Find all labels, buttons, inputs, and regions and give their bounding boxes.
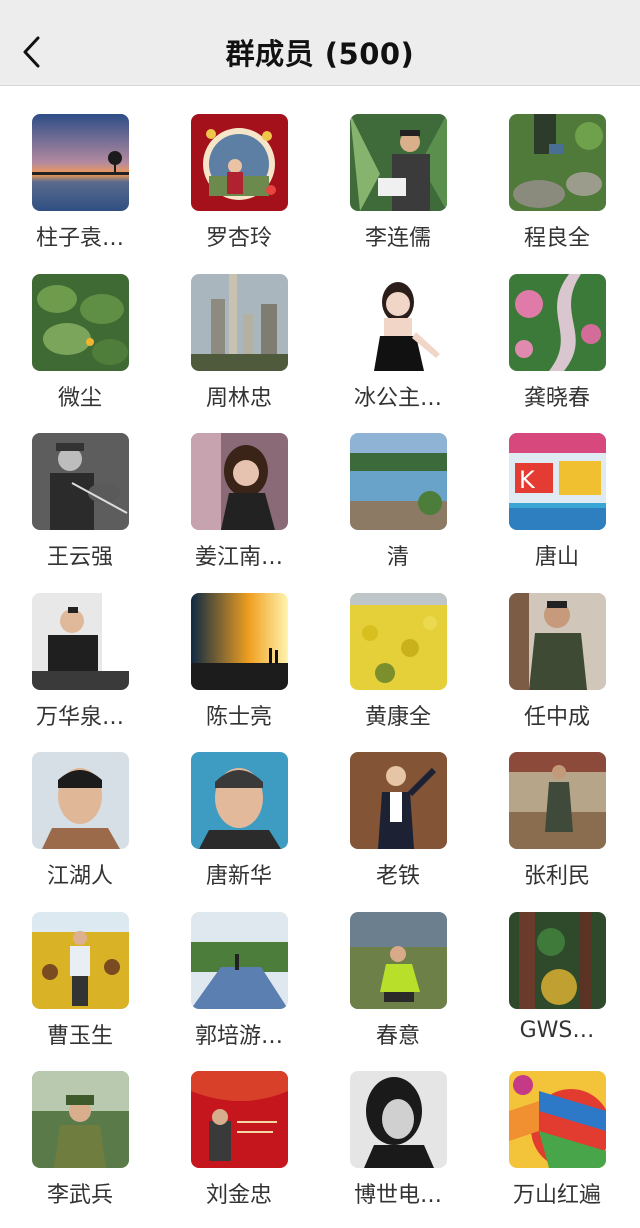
member-avatar[interactable] xyxy=(509,114,606,211)
member-name: 博世电… xyxy=(353,1183,442,1208)
member-item[interactable]: 王云强 xyxy=(10,405,150,570)
member-avatar[interactable] xyxy=(350,752,447,849)
member-item[interactable]: 柱子袁… xyxy=(10,86,150,251)
member-item[interactable]: 罗杏玲 xyxy=(169,86,309,251)
member-avatar[interactable] xyxy=(32,1071,129,1168)
member-item[interactable]: 程良全 xyxy=(487,86,627,251)
member-avatar[interactable] xyxy=(191,1071,288,1168)
member-avatar[interactable] xyxy=(509,273,606,371)
member-avatar[interactable] xyxy=(350,114,447,211)
member-item[interactable]: 冰公主… xyxy=(328,246,468,411)
member-avatar[interactable] xyxy=(509,1071,606,1168)
member-avatar[interactable] xyxy=(350,592,447,690)
member-avatar[interactable]: K xyxy=(509,433,606,530)
svg-text:K: K xyxy=(519,466,536,494)
member-item[interactable]: 陈士亮 xyxy=(169,565,309,730)
member-avatar[interactable] xyxy=(191,592,288,690)
member-item[interactable]: 张利民 xyxy=(487,724,627,889)
member-item[interactable]: 春意 xyxy=(328,884,468,1049)
page-title: 群成员 (500) xyxy=(225,37,415,71)
member-avatar[interactable] xyxy=(350,911,447,1009)
member-avatar[interactable] xyxy=(509,752,606,849)
nav-bar: 群成员 (500) xyxy=(0,0,640,86)
member-item[interactable]: 周林忠 xyxy=(169,246,309,411)
member-item[interactable]: 刘金忠 xyxy=(169,1043,309,1208)
member-avatar[interactable] xyxy=(32,911,129,1009)
member-grid: 柱子袁… 罗杏玲 李连儒 程良全微尘 周林忠 冰公主… 龚晓春王云强 姜江南… 清 K 唐山万华泉…… xyxy=(0,86,640,1228)
member-avatar[interactable] xyxy=(191,433,288,530)
member-avatar[interactable] xyxy=(191,114,288,211)
member-avatar[interactable] xyxy=(509,911,606,1009)
member-item[interactable]: 李武兵 xyxy=(10,1043,150,1208)
member-item[interactable]: 任中成 xyxy=(487,565,627,730)
member-avatar[interactable] xyxy=(32,592,129,690)
member-item[interactable]: 万华泉… xyxy=(10,565,150,730)
member-avatar[interactable] xyxy=(191,273,288,371)
member-avatar[interactable] xyxy=(509,592,606,690)
member-item[interactable]: 唐新华 xyxy=(169,724,309,889)
member-item[interactable]: 博世电… xyxy=(328,1043,468,1208)
member-item[interactable]: 黄康全 xyxy=(328,565,468,730)
member-item[interactable]: 曹玉生 xyxy=(10,884,150,1049)
member-avatar[interactable] xyxy=(191,752,288,849)
member-name: 李武兵 xyxy=(46,1183,113,1208)
member-item[interactable]: 姜江南… xyxy=(169,405,309,570)
member-avatar[interactable] xyxy=(32,273,129,371)
member-item[interactable]: 郭培游… xyxy=(169,884,309,1049)
member-name: 万山红遍 xyxy=(512,1183,601,1208)
member-item[interactable]: 龚晓春 xyxy=(487,246,627,411)
member-item[interactable]: 清 xyxy=(328,405,468,570)
member-name: GWS… xyxy=(519,1017,595,1043)
member-item[interactable]: 老铁 xyxy=(328,724,468,889)
member-item[interactable]: 万山红遍 xyxy=(487,1043,627,1208)
member-avatar[interactable] xyxy=(32,433,129,530)
member-avatar[interactable] xyxy=(350,273,447,371)
member-avatar[interactable] xyxy=(32,752,129,849)
member-item[interactable]: K 唐山 xyxy=(487,405,627,570)
member-item[interactable]: GWS… xyxy=(487,884,627,1043)
member-avatar[interactable] xyxy=(350,433,447,530)
member-avatar[interactable] xyxy=(32,114,129,211)
member-item[interactable]: 微尘 xyxy=(10,246,150,411)
member-item[interactable]: 李连儒 xyxy=(328,86,468,251)
member-name: 刘金忠 xyxy=(205,1183,272,1208)
member-item[interactable]: 江湖人 xyxy=(10,724,150,889)
member-avatar[interactable] xyxy=(191,911,288,1009)
member-avatar[interactable] xyxy=(350,1071,447,1168)
